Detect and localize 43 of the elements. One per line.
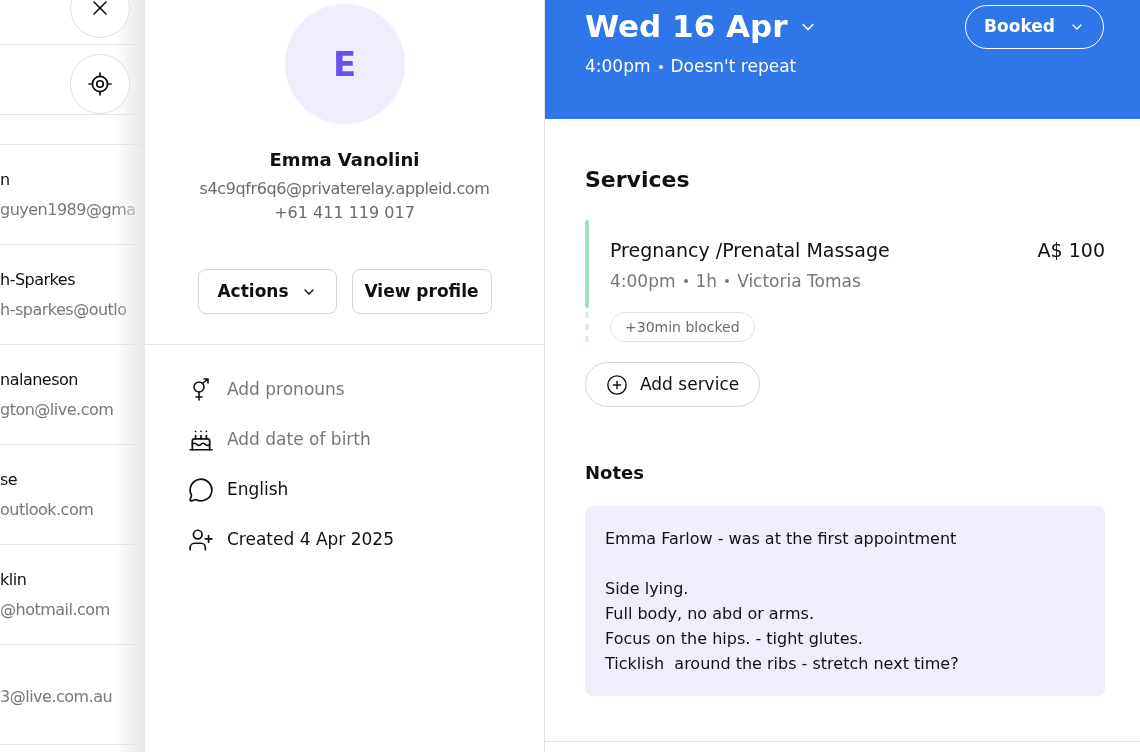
note-line: Side lying. bbox=[605, 578, 690, 600]
detail-text: Created 4 Apr 2025 bbox=[227, 528, 394, 552]
detail-text: English bbox=[227, 478, 289, 502]
client-phone: +61 411 119 017 bbox=[274, 202, 415, 224]
blocked-time-bar bbox=[585, 312, 589, 342]
section-title: Services bbox=[585, 166, 691, 194]
cake-icon bbox=[188, 427, 214, 453]
client-name: nalaneson bbox=[0, 368, 79, 391]
client-email: gton@live.com bbox=[0, 398, 115, 421]
note-line: Full body, no abd or arms. bbox=[605, 603, 815, 625]
actions-button[interactable]: Actions bbox=[197, 269, 337, 314]
client-name: Emma Vanolini bbox=[269, 148, 420, 172]
staff-name: Victoria Tomas bbox=[737, 269, 861, 293]
add-person-icon bbox=[188, 527, 214, 553]
plus-circle-icon bbox=[606, 373, 628, 396]
client-email: guyen1989@gma bbox=[0, 198, 137, 221]
blocked-time-badge: +30min blocked bbox=[610, 312, 755, 342]
date-dropdown[interactable]: Wed 16 Apr bbox=[585, 5, 818, 48]
note-line: Emma Farlow - was at the first appointment bbox=[605, 528, 958, 550]
client-name: klin bbox=[0, 568, 28, 591]
note-line: Focus on the hips. - tight glutes. bbox=[605, 628, 864, 650]
service-name: Pregnancy /Prenatal Massage bbox=[610, 238, 890, 263]
client-name: n bbox=[0, 168, 11, 191]
client-email: 3@live.com.au bbox=[0, 685, 114, 708]
section-title: Notes bbox=[585, 461, 645, 485]
repeat-setting: Doesn't repeat bbox=[670, 55, 797, 78]
client-email: outlook.com bbox=[0, 498, 95, 521]
crosshair-icon bbox=[87, 71, 113, 97]
service-price: A$ 100 bbox=[1037, 238, 1105, 263]
client-email: h-sparkes@outlo bbox=[0, 298, 128, 321]
view-profile-button[interactable]: View profile bbox=[351, 269, 492, 314]
appointment-time: 4:00pm bbox=[585, 55, 651, 78]
speech-bubble-icon bbox=[188, 477, 214, 503]
client-email: s4c9qfr6q6@privaterelay.appleid.com bbox=[199, 178, 490, 200]
client-name: h-Sparkes bbox=[0, 268, 76, 291]
add-detail-link[interactable]: Add pronouns bbox=[227, 377, 345, 403]
service-duration: 1h bbox=[695, 269, 718, 293]
note-line: Ticklish around the ribs - stretch next time? bbox=[605, 653, 960, 675]
add-detail-link[interactable]: Add date of birth bbox=[227, 427, 371, 453]
service-time: 4:00pm bbox=[610, 269, 676, 293]
client-email: @hotmail.com bbox=[0, 598, 111, 621]
avatar: E bbox=[284, 4, 405, 124]
client-name: se bbox=[0, 468, 19, 491]
